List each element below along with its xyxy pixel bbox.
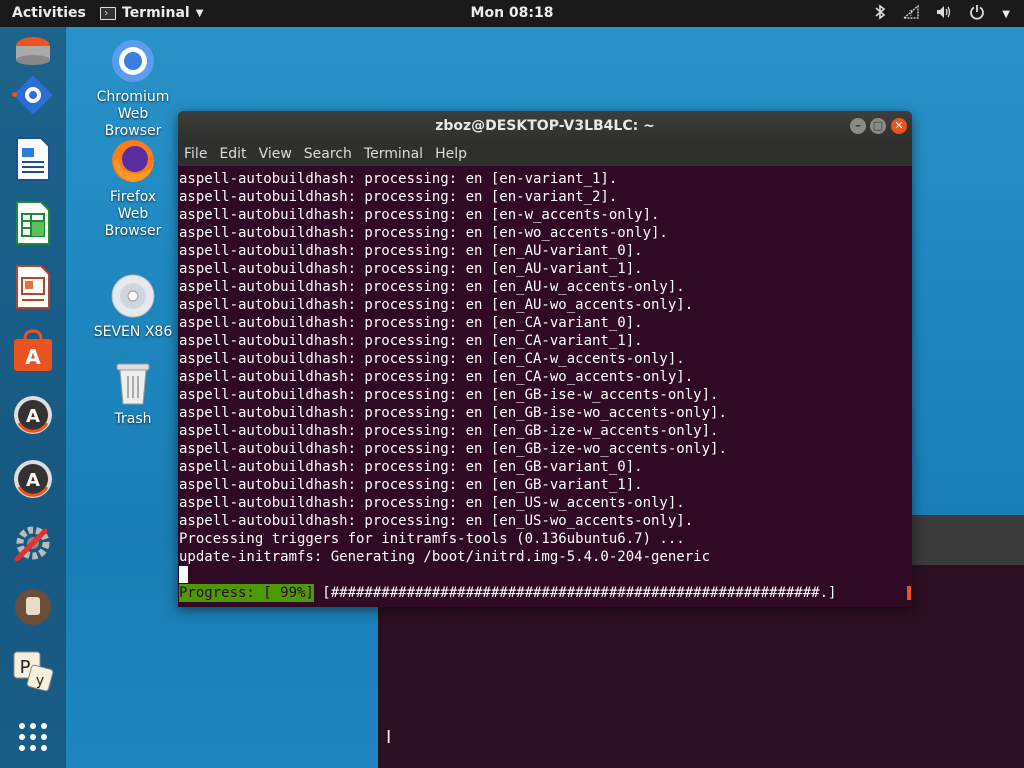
terminal-line: aspell-autobuildhash: processing: en [en… <box>179 423 719 439</box>
dock-item-remmina[interactable] <box>9 71 57 119</box>
terminal-line: aspell-autobuildhash: processing: en [en… <box>179 495 685 511</box>
terminal-line: aspell-autobuildhash: processing: en [en… <box>179 171 618 187</box>
power-icon[interactable] <box>969 4 985 24</box>
desktop-icon-label: Trash <box>114 411 152 427</box>
apps-grid-icon <box>19 723 47 751</box>
menu-terminal[interactable]: Terminal <box>364 146 423 162</box>
menu-file[interactable]: File <box>184 146 207 162</box>
bluetooth-icon[interactable] <box>874 4 886 24</box>
terminal-line: aspell-autobuildhash: processing: en [en… <box>179 513 694 529</box>
chromium-icon <box>88 38 178 89</box>
terminal-line: aspell-autobuildhash: processing: en [en… <box>179 477 643 493</box>
menu-edit[interactable]: Edit <box>219 146 246 162</box>
terminal-line: update-initramfs: Generating /boot/initr… <box>179 549 711 565</box>
dock-item-impress[interactable] <box>9 263 57 311</box>
svg-text:A: A <box>26 470 40 491</box>
dock-item-settings[interactable] <box>9 519 57 567</box>
running-indicator <box>12 92 17 97</box>
terminal-line: aspell-autobuildhash: processing: en [en… <box>179 369 694 385</box>
dock-item-updater-2[interactable]: A <box>9 455 57 503</box>
terminal-line: aspell-autobuildhash: processing: en [en… <box>179 405 727 421</box>
clock[interactable]: Mon 08:18 <box>471 5 554 21</box>
menu-search[interactable]: Search <box>304 146 352 162</box>
terminal-line: aspell-autobuildhash: processing: en [en… <box>179 441 727 457</box>
dock-item-updater[interactable]: A <box>9 391 57 439</box>
network-icon[interactable]: ? <box>902 4 919 23</box>
terminal-titlebar[interactable]: zboz@DESKTOP-V3LB4LC: ~ – □ ✕ <box>178 111 912 142</box>
drive-icon <box>16 37 50 65</box>
dock-item-writer[interactable] <box>9 135 57 183</box>
terminal-output[interactable]: aspell-autobuildhash: processing: en [en… <box>178 166 912 602</box>
terminal-line: aspell-autobuildhash: processing: en [en… <box>179 459 643 475</box>
terminal-line: aspell-autobuildhash: processing: en [en… <box>179 315 643 331</box>
dock: A A A Py <box>0 27 66 768</box>
terminal-cursor <box>179 566 188 583</box>
activities-button[interactable]: Activities <box>12 5 86 21</box>
desktop-icon-chromium[interactable]: Chromium Web Browser <box>88 38 178 140</box>
close-button[interactable]: ✕ <box>891 118 907 134</box>
desktop-icon-label: Chromium Web Browser <box>96 89 170 139</box>
terminal-line: aspell-autobuildhash: processing: en [en… <box>179 387 719 403</box>
terminal-window[interactable]: zboz@DESKTOP-V3LB4LC: ~ – □ ✕ File Edit … <box>178 111 912 607</box>
desktop-icon-label: Firefox Web Browser <box>104 189 162 239</box>
top-bar: Activities Terminal ▼ Mon 08:18 ? ▼ <box>0 0 1024 27</box>
text-cursor-icon: I <box>386 727 392 748</box>
volume-icon[interactable] <box>936 5 952 23</box>
terminal-line: aspell-autobuildhash: processing: en [en… <box>179 351 685 367</box>
terminal-line: aspell-autobuildhash: processing: en [en… <box>179 261 643 277</box>
terminal-line: aspell-autobuildhash: processing: en [en… <box>179 225 668 241</box>
software-updater-icon: A <box>14 396 52 434</box>
desktop-icon-disc[interactable]: SEVEN X86 <box>88 273 178 341</box>
terminal-line: aspell-autobuildhash: processing: en [en… <box>179 189 618 205</box>
desktop-icon-label: SEVEN X86 <box>93 324 173 340</box>
chevron-down-icon: ▼ <box>195 7 204 19</box>
terminal-app-icon <box>100 6 116 20</box>
svg-text:A: A <box>25 345 41 369</box>
spreadsheet-icon <box>16 201 50 245</box>
software-updater-icon: A <box>14 460 52 498</box>
svg-text:?: ? <box>909 9 913 18</box>
remote-desktop-icon <box>13 75 53 115</box>
menu-help[interactable]: Help <box>435 146 467 162</box>
dock-item-software[interactable]: A <box>9 327 57 375</box>
terminal-line: aspell-autobuildhash: processing: en [en… <box>179 243 643 259</box>
terminal-line: aspell-autobuildhash: processing: en [en… <box>179 297 694 313</box>
svg-text:P: P <box>20 657 31 678</box>
terminal-line: Processing triggers for initramfs-tools … <box>179 531 685 547</box>
progress-label: Progress: [ 99%] <box>179 584 314 602</box>
dock-item-app-round[interactable] <box>9 583 57 631</box>
dock-item-files-partial[interactable] <box>9 27 57 75</box>
progress-line: Progress: [ 99%] [######################… <box>179 584 911 602</box>
desktop-icon-trash[interactable]: Trash <box>88 360 178 428</box>
svg-text:A: A <box>26 406 40 427</box>
terminal-line: aspell-autobuildhash: processing: en [en… <box>179 207 660 223</box>
progress-bar-text: [#######################################… <box>313 585 845 601</box>
round-app-icon <box>15 589 51 625</box>
software-center-icon: A <box>14 329 52 371</box>
app-menu[interactable]: Terminal ▼ <box>100 5 203 21</box>
progress-indicator <box>907 586 911 600</box>
terminal-line: aspell-autobuildhash: processing: en [en… <box>179 333 643 349</box>
maximize-button[interactable]: □ <box>870 118 886 134</box>
chevron-down-icon[interactable]: ▼ <box>1002 9 1010 20</box>
show-applications-button[interactable] <box>9 713 57 761</box>
dock-item-game[interactable]: Py <box>9 647 57 695</box>
tile-game-icon: Py <box>13 651 54 692</box>
menu-view[interactable]: View <box>259 146 292 162</box>
dock-item-calc[interactable] <box>9 199 57 247</box>
firefox-icon <box>88 138 178 189</box>
minimize-button[interactable]: – <box>850 118 866 134</box>
terminal-cursor-line <box>179 566 911 584</box>
disc-icon <box>88 273 178 324</box>
terminal-menubar: File Edit View Search Terminal Help <box>178 142 912 166</box>
svg-text:y: y <box>36 673 44 689</box>
app-menu-label: Terminal <box>122 5 190 21</box>
presentation-icon <box>16 265 50 309</box>
document-writer-icon <box>16 137 50 181</box>
terminal-line: aspell-autobuildhash: processing: en [en… <box>179 279 685 295</box>
settings-tools-icon <box>14 526 50 562</box>
window-title: zboz@DESKTOP-V3LB4LC: ~ <box>435 118 655 134</box>
trash-icon <box>88 360 178 411</box>
desktop-icon-firefox[interactable]: Firefox Web Browser <box>88 138 178 240</box>
